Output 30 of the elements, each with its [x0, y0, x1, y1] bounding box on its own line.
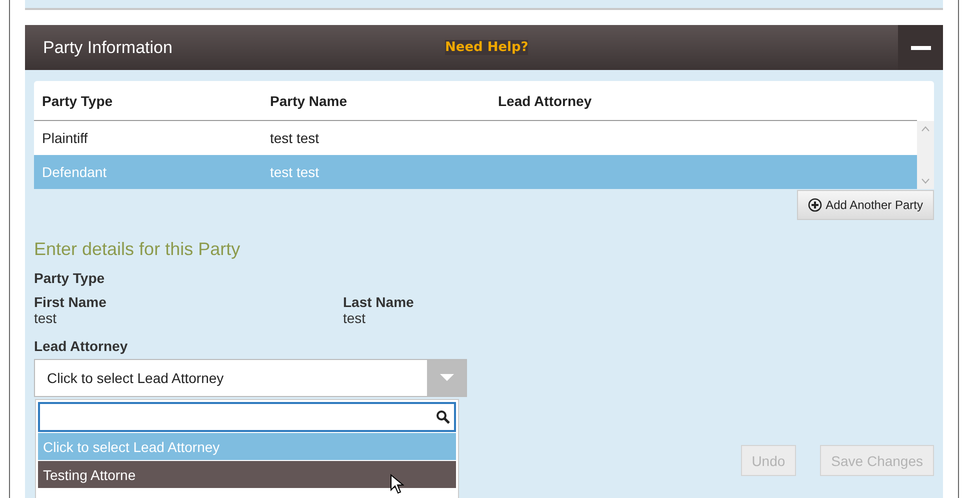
- column-header: Party Type: [41, 92, 114, 108]
- column-header: Party Name: [269, 92, 348, 108]
- table-cell-text: Defendant: [41, 164, 108, 180]
- scroll-down-icon: [921, 178, 930, 184]
- attorney-select[interactable]: Click to select Lead Attorney: [34, 359, 467, 397]
- table-cell-text: Plaintiff: [41, 130, 89, 146]
- scrollbar[interactable]: [917, 121, 934, 189]
- table-cell-text: test test: [269, 164, 320, 180]
- plus-circle-icon: [808, 198, 822, 212]
- caret-icon: [440, 374, 454, 382]
- field-value: test: [343, 310, 367, 326]
- field-label: Lead Attorney: [34, 338, 129, 354]
- field-label: Last Name: [343, 294, 415, 310]
- column-header: Lead Attorney: [497, 92, 593, 108]
- collapse-button[interactable]: [898, 25, 943, 70]
- search-icon: [436, 410, 450, 424]
- help-link[interactable]: Need Help?: [445, 40, 528, 55]
- table-row[interactable]: Plaintiff test test: [34, 121, 917, 155]
- mouse-cursor-icon: [390, 474, 404, 494]
- minus-icon: [910, 46, 930, 50]
- field-value: test: [34, 310, 58, 326]
- section-heading: Enter details for this Party: [34, 239, 242, 260]
- panel-title: Party Information: [42, 38, 172, 58]
- field-label: First Name: [34, 294, 108, 310]
- add-party-button[interactable]: Add Another Party: [796, 190, 934, 220]
- search-field[interactable]: [38, 402, 456, 432]
- dropdown-option[interactable]: Testing Attorne: [38, 461, 456, 488]
- scroll-up-icon: [921, 126, 930, 132]
- table-cell-text: test test: [269, 130, 320, 146]
- field-label: Party Type: [34, 270, 106, 286]
